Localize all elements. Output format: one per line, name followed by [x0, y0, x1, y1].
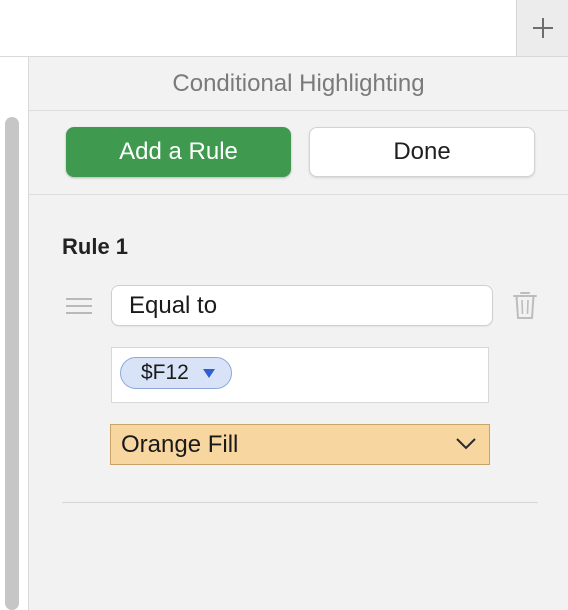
- tab-bar: [0, 0, 568, 57]
- add-sheet-button[interactable]: [516, 0, 568, 56]
- style-label: Orange Fill: [121, 430, 239, 458]
- value-field[interactable]: $F12: [111, 347, 489, 403]
- token-label: $F12: [141, 361, 189, 384]
- condition-select[interactable]: Equal to: [111, 285, 493, 326]
- rule-heading: Rule 1: [62, 234, 129, 259]
- panel-title: Conditional Highlighting: [29, 57, 568, 111]
- vertical-scrollbar[interactable]: [5, 117, 21, 610]
- sheet-area: [0, 57, 29, 610]
- divider: [29, 194, 568, 195]
- done-button[interactable]: Done: [309, 127, 535, 177]
- conditional-highlighting-panel: Conditional Highlighting Add a Rule Done…: [29, 57, 568, 610]
- triangle-down-icon[interactable]: [203, 369, 215, 378]
- divider: [62, 502, 538, 503]
- trash-icon[interactable]: [513, 290, 537, 320]
- condition-label: Equal to: [129, 291, 218, 319]
- add-rule-button[interactable]: Add a Rule: [66, 127, 291, 177]
- plus-icon: [533, 18, 553, 38]
- highlight-style-select[interactable]: Orange Fill: [110, 424, 490, 465]
- cell-reference-token[interactable]: $F12: [120, 357, 232, 389]
- scrollbar-thumb[interactable]: [5, 117, 19, 610]
- drag-handle-icon[interactable]: [66, 297, 92, 315]
- chevron-down-icon: [456, 438, 476, 450]
